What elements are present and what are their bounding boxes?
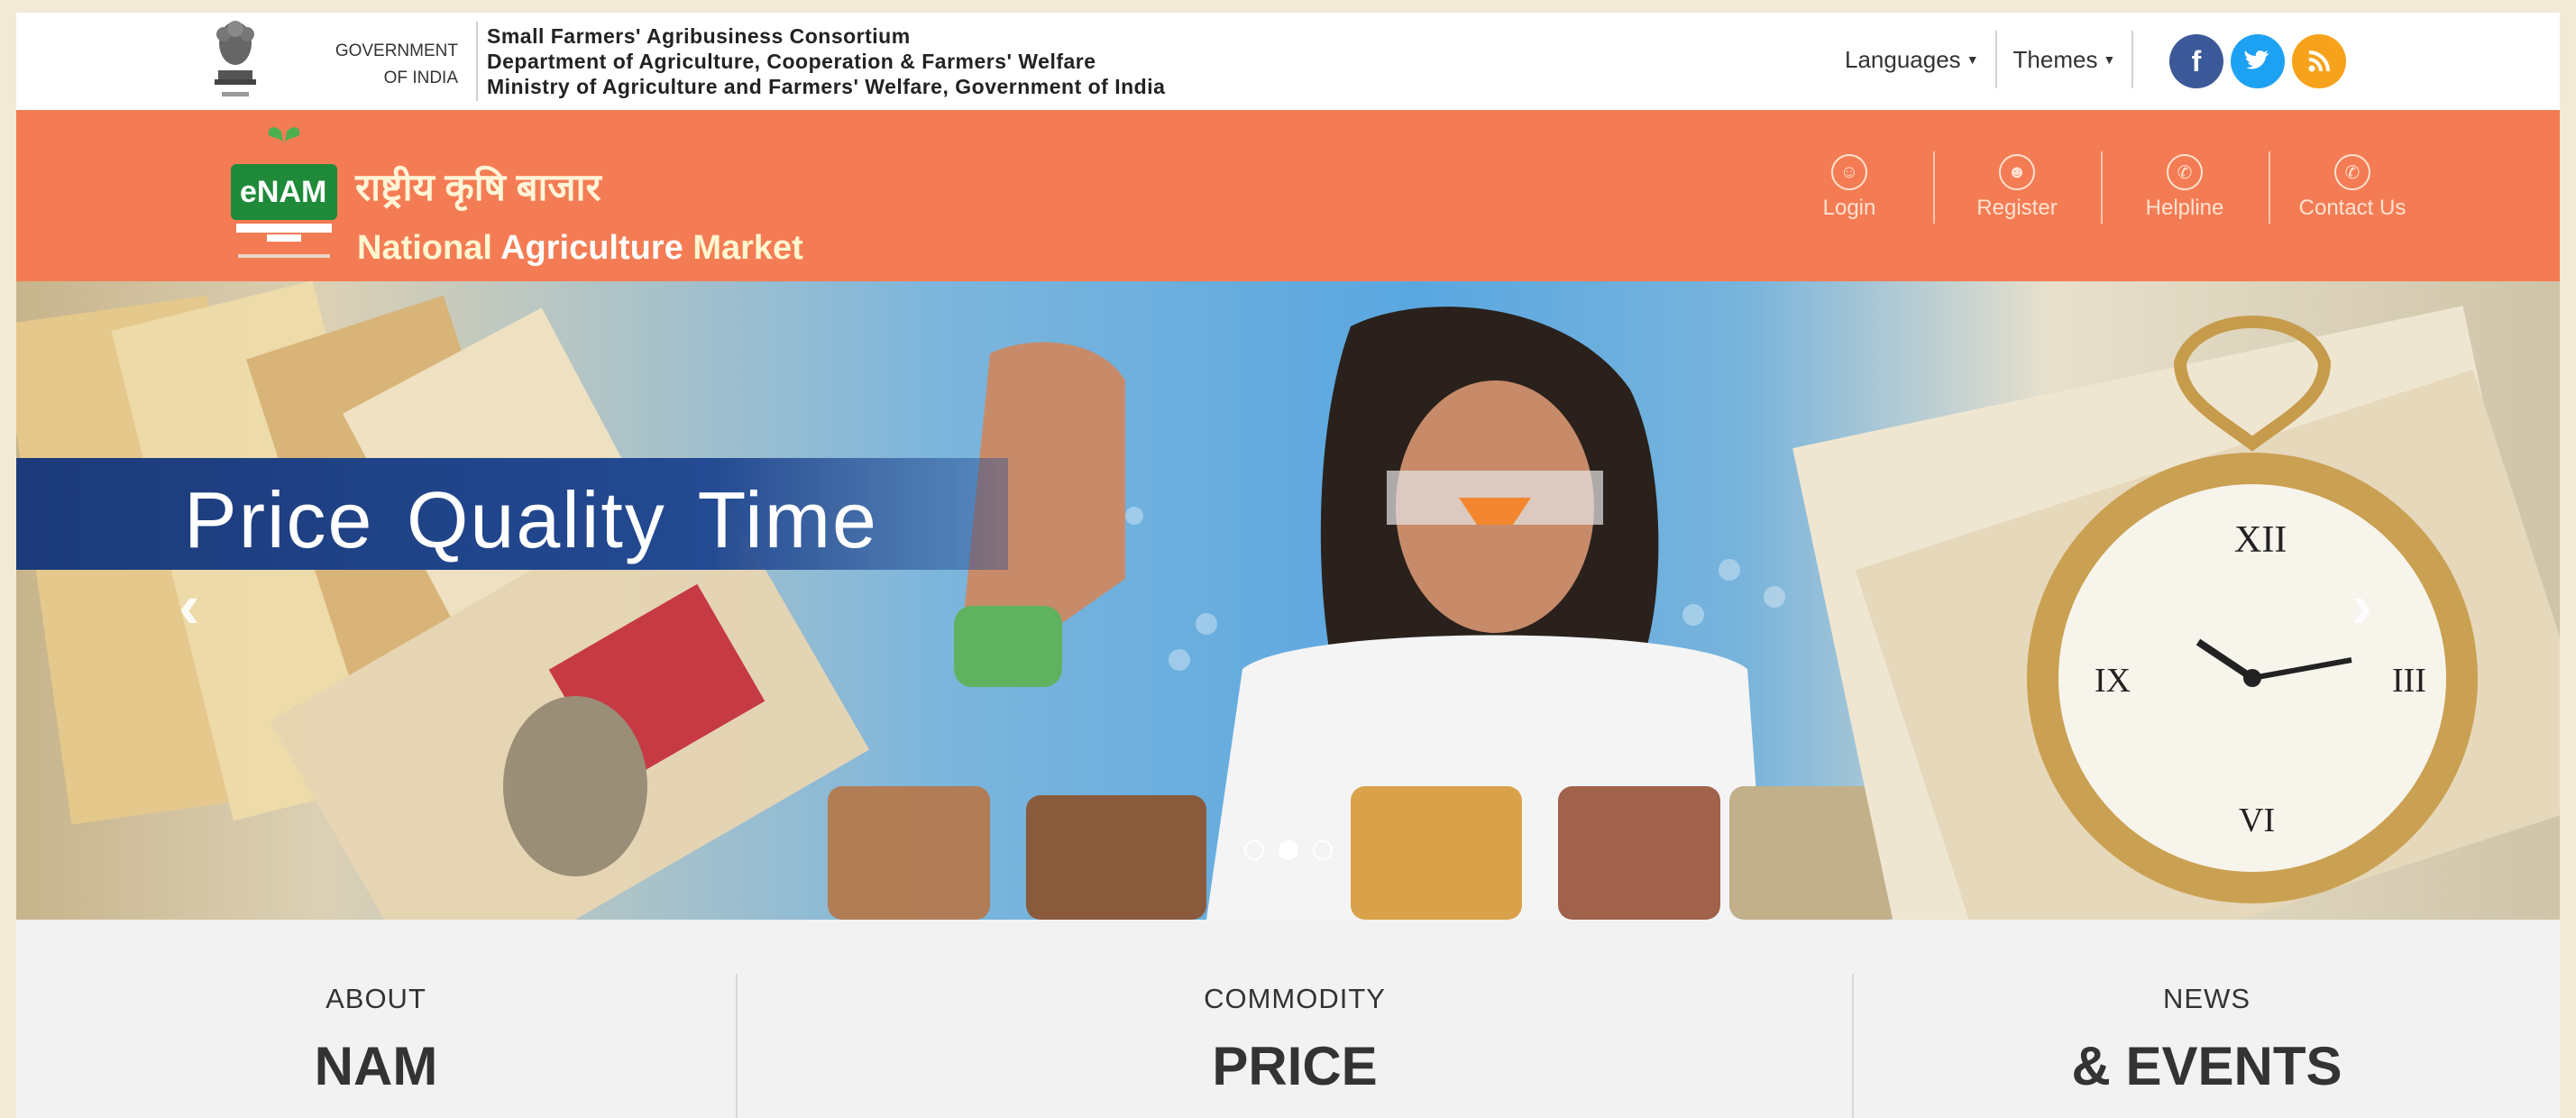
themes-label: Themes xyxy=(2012,45,2098,73)
banner-caption-text: Price Quality Time xyxy=(184,475,878,564)
register-link[interactable]: ☻ Register xyxy=(1933,146,2101,229)
utility-menu: Languages ▼ Themes ▼ xyxy=(1829,31,2134,88)
twitter-icon[interactable] xyxy=(2231,34,2285,88)
carousel-dot[interactable] xyxy=(1313,840,1333,860)
feature-tiles: ABOUT NAM COMMODITY PRICE NEWS & EVENTS xyxy=(16,920,2560,1118)
carousel-indicators xyxy=(1244,840,1333,860)
phone-icon: ✆ xyxy=(2167,154,2203,190)
contact-icon: ✆ xyxy=(2334,154,2370,190)
utility-divider xyxy=(2131,31,2134,88)
banner-illustration: XII III VI IX xyxy=(16,281,2560,920)
caret-down-icon: ▼ xyxy=(1966,52,1979,67)
login-link[interactable]: ☺ Login xyxy=(1765,146,1933,229)
gov-line-2: OF INDIA xyxy=(383,69,458,87)
tile-title: NAM xyxy=(314,1036,438,1096)
languages-label: Languages xyxy=(1845,45,1961,73)
svg-text:IX: IX xyxy=(2095,662,2131,700)
svg-text:VI: VI xyxy=(2239,802,2275,839)
tile-title: & EVENTS xyxy=(2071,1036,2342,1096)
register-icon: ☻ xyxy=(1999,154,2035,190)
contact-us-label: Contact Us xyxy=(2298,196,2406,220)
rss-glyph xyxy=(2308,50,2330,72)
twitter-bird-glyph xyxy=(2244,50,2269,69)
header-actions: ☺ Login ☻ Register ✆ Helpline ✆ Contact … xyxy=(1765,146,2436,229)
government-bar: GOVERNMENT OF INDIA Small Farmers' Agrib… xyxy=(16,13,2560,110)
gov-line-1: GOVERNMENT xyxy=(335,41,458,60)
facebook-icon[interactable]: f xyxy=(2169,34,2223,88)
enam-logo-text: eNAM xyxy=(240,175,327,209)
page-frame: GOVERNMENT OF INDIA Small Farmers' Agrib… xyxy=(16,13,2560,1118)
carousel-prev-icon[interactable]: ‹ xyxy=(179,570,199,642)
enam-logo[interactable]: eNAM xyxy=(227,123,344,267)
english-site-title: National Agriculture Market xyxy=(357,229,803,268)
gov-divider xyxy=(476,22,478,101)
contact-us-link[interactable]: ✆ Contact Us xyxy=(2269,146,2436,229)
facebook-glyph: f xyxy=(2191,44,2202,78)
carousel-dot-active[interactable] xyxy=(1279,840,1298,860)
social-links: f xyxy=(2169,34,2346,88)
national-emblem-icon xyxy=(215,21,256,96)
ministry-line-1: Small Farmers' Agribusiness Consortium xyxy=(487,24,911,48)
register-label: Register xyxy=(1976,196,2058,220)
helpline-link[interactable]: ✆ Helpline xyxy=(2101,146,2269,229)
carousel-dot[interactable] xyxy=(1244,840,1264,860)
themes-dropdown[interactable]: Themes ▼ xyxy=(1997,32,2132,87)
title-word-national: National xyxy=(357,229,492,267)
hero-carousel[interactable]: XII III VI IX Price Quality Time ‹ › xyxy=(16,281,2560,920)
title-word-agriculture: Agriculture xyxy=(500,229,683,267)
login-label: Login xyxy=(1822,196,1876,220)
caret-down-icon: ▼ xyxy=(2103,52,2116,67)
title-word-market: Market xyxy=(692,229,803,267)
ministry-line-2: Department of Agriculture, Cooperation &… xyxy=(487,50,1096,73)
commodity-price-tile[interactable]: COMMODITY PRICE xyxy=(738,920,1852,1118)
ministry-text: Small Farmers' Agribusiness Consortium D… xyxy=(487,23,1165,99)
languages-dropdown[interactable]: Languages ▼ xyxy=(1829,32,1995,87)
news-events-tile[interactable]: NEWS & EVENTS xyxy=(1854,920,2560,1118)
site-header: eNAM राष्ट्रीय कृषि बाजार National Agric… xyxy=(16,110,2560,281)
ministry-line-3: Ministry of Agriculture and Farmers' Wel… xyxy=(487,75,1166,98)
about-nam-tile[interactable]: ABOUT NAM xyxy=(16,920,736,1118)
tile-subtitle: NEWS xyxy=(2163,983,2251,1014)
helpline-label: Helpline xyxy=(2145,196,2224,220)
hindi-site-title: राष्ट्रीय कृषि बाजार xyxy=(355,166,601,208)
user-icon: ☺ xyxy=(1831,154,1867,190)
government-of-india-label: GOVERNMENT OF INDIA xyxy=(287,38,458,92)
svg-text:III: III xyxy=(2392,662,2426,700)
carousel-next-icon[interactable]: › xyxy=(2351,570,2372,642)
tile-subtitle: COMMODITY xyxy=(1204,983,1386,1014)
tile-title: PRICE xyxy=(1212,1036,1378,1096)
rss-icon[interactable] xyxy=(2292,34,2346,88)
svg-text:XII: XII xyxy=(2234,519,2287,561)
tile-subtitle: ABOUT xyxy=(325,983,426,1014)
banner-caption: Price Quality Time xyxy=(16,458,1008,570)
